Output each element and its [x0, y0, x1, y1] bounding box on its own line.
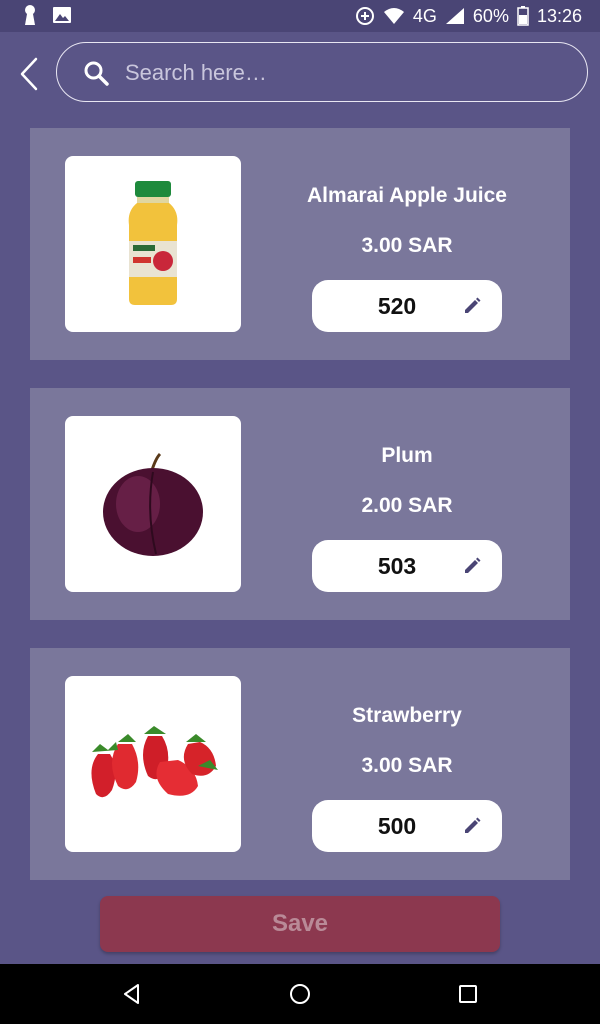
navigation-bar [0, 964, 600, 1024]
pencil-icon[interactable] [462, 556, 482, 576]
battery-percent: 60% [472, 5, 509, 26]
quantity-field[interactable]: 520 [312, 280, 502, 332]
search-input[interactable] [125, 53, 565, 93]
product-price: 3.00 SAR [361, 234, 453, 257]
quantity-field[interactable]: 500 [312, 800, 502, 852]
quantity-value: 503 [377, 553, 417, 579]
product-name: Plum [381, 444, 433, 467]
product-card: Strawberry 3.00 SAR 500 [30, 648, 570, 880]
search-icon [84, 61, 109, 86]
quantity-value: 500 [377, 813, 417, 839]
quantity-field[interactable]: 503 [312, 540, 502, 592]
image-icon [52, 6, 72, 29]
back-button[interactable] [14, 56, 44, 92]
product-price: 2.00 SAR [361, 494, 453, 517]
pencil-icon[interactable] [462, 296, 482, 316]
battery-icon [517, 6, 529, 26]
data-saver-icon [355, 6, 375, 26]
back-nav-icon[interactable] [120, 982, 144, 1006]
save-button[interactable]: Save [100, 896, 500, 952]
product-image-apple-juice [65, 156, 241, 332]
status-right: 4G 60% 13:26 [355, 3, 582, 29]
product-card: Plum 2.00 SAR 503 [30, 388, 570, 620]
wifi-icon [383, 7, 405, 25]
top-bar [0, 32, 600, 112]
keyhole-icon [22, 4, 38, 31]
product-image-strawberries [65, 676, 241, 852]
product-name: Almarai Apple Juice [307, 184, 507, 207]
status-bar: 4G 60% 13:26 [0, 0, 600, 32]
product-card: Almarai Apple Juice 3.00 SAR 520 [30, 128, 570, 360]
home-nav-icon[interactable] [288, 982, 312, 1006]
network-type: 4G [412, 5, 437, 26]
status-left [22, 4, 72, 31]
recents-nav-icon[interactable] [456, 982, 480, 1006]
product-price: 3.00 SAR [361, 754, 453, 777]
product-name: Strawberry [352, 704, 462, 727]
search-box[interactable] [56, 42, 588, 102]
pencil-icon[interactable] [462, 816, 482, 836]
signal-icon [445, 7, 465, 25]
product-image-plum [65, 416, 241, 592]
quantity-value: 520 [377, 293, 417, 319]
clock: 13:26 [536, 5, 582, 26]
chevron-left-icon [20, 57, 38, 91]
